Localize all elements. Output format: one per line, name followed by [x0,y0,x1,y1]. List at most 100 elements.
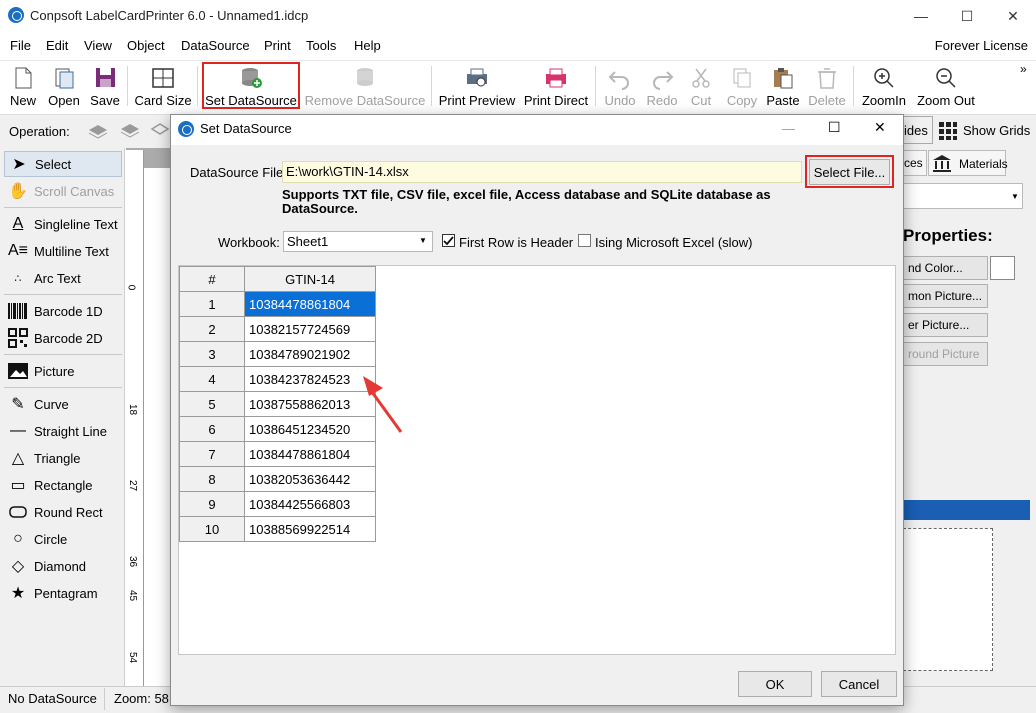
table-row[interactable]: 9 10384425566803 [179,491,376,517]
select-file-button[interactable]: Select File... [809,159,890,185]
table-row[interactable]: 6 10386451234520 [179,416,376,442]
table-row[interactable]: 10 10388569922514 [179,516,376,542]
gtin-cell[interactable]: 10382157724569 [244,316,376,342]
bg-color-button[interactable]: nd Color... [903,256,988,280]
barcode-2d-tool[interactable]: Barcode 2D [4,325,122,351]
gtin-cell[interactable]: 10384425566803 [244,491,376,517]
menu-file[interactable]: File [10,38,31,53]
print-preview-button[interactable]: Print Preview [439,62,515,108]
first-row-header-label: First Row is Header [459,235,574,250]
menu-datasource[interactable]: DataSource [181,38,250,53]
singleline-text-tool[interactable]: A Singleline Text [4,211,122,237]
toolbar-overflow-button[interactable]: » [1020,62,1027,76]
using-excel-checkbox[interactable] [578,234,591,247]
layer-down-icon[interactable] [150,121,170,139]
select-tool[interactable]: ➤ Select [4,151,122,177]
multiline-text-tool[interactable]: A≡ Multiline Text [4,238,122,264]
round-rect-icon [7,502,29,522]
first-row-header-checkbox[interactable] [442,234,455,247]
gtin-cell[interactable]: 10382053636442 [244,466,376,492]
workbook-select[interactable]: Sheet1 [283,231,433,252]
delete-button[interactable]: Delete [807,62,847,108]
straight-line-tool[interactable]: — Straight Line [4,418,122,444]
zoom-out-label: Zoom Out [917,93,975,108]
object-selector[interactable] [903,183,1023,209]
undo-button[interactable]: Undo [603,62,637,108]
layers-icon[interactable] [87,121,109,139]
column-header-index[interactable]: # [179,266,245,292]
minimize-button[interactable]: — [898,0,944,32]
save-button[interactable]: Save [89,62,121,108]
show-grids-toggle[interactable]: Show Grids [963,123,1030,138]
new-button[interactable]: New [8,62,38,108]
rectangle-tool[interactable]: ▭ Rectangle [4,472,122,498]
bg-color-swatch[interactable] [990,256,1015,280]
maximize-button[interactable]: ☐ [944,0,990,32]
barcode-2d-label: Barcode 2D [34,330,103,346]
paste-button[interactable]: Paste [766,62,800,108]
remove-datasource-button[interactable]: Remove DataSource [305,62,425,108]
zoom-in-button[interactable]: ZoomIn [860,62,908,108]
other-picture-button[interactable]: er Picture... [903,313,988,337]
round-rect-tool[interactable]: Round Rect [4,499,122,525]
table-row[interactable]: 7 10384478861804 [179,441,376,467]
card-size-icon [150,66,176,90]
annotation-arrow-icon [363,376,403,433]
layer-up-icon[interactable] [119,121,141,139]
barcode-1d-label: Barcode 1D [34,303,103,319]
multiline-text-label: Multiline Text [34,243,109,259]
dialog-close-button[interactable]: ✕ [874,119,886,136]
barcode-1d-tool[interactable]: Barcode 1D [4,298,122,324]
redo-button[interactable]: Redo [645,62,679,108]
scroll-canvas-tool[interactable]: ✋ Scroll Canvas [4,178,122,204]
table-row[interactable]: 8 10382053636442 [179,466,376,492]
menu-view[interactable]: View [84,38,112,53]
table-row[interactable]: 5 10387558862013 [179,391,376,417]
circle-tool[interactable]: ○ Circle [4,526,122,552]
open-button[interactable]: Open [46,62,82,108]
menu-object[interactable]: Object [127,38,165,53]
ok-button[interactable]: OK [738,671,812,697]
supported-formats-note: Supports TXT file, CSV file, excel file,… [282,187,771,216]
gtin-cell[interactable]: 10384478861804 [244,291,376,317]
table-row[interactable]: 3 10384789021902 [179,341,376,367]
undo-label: Undo [604,93,636,108]
common-picture-button[interactable]: mon Picture... [903,284,988,308]
triangle-tool[interactable]: △ Triangle [4,445,122,471]
diamond-tool[interactable]: ◇ Diamond [4,553,122,579]
menu-help[interactable]: Help [354,38,381,53]
card-size-button[interactable]: Card Size [134,62,192,108]
dialog-maximize-button[interactable]: ☐ [828,119,841,136]
arc-text-tool[interactable]: ∴ Arc Text [4,265,122,291]
dialog-minimize-button[interactable]: — [782,121,795,136]
print-direct-button[interactable]: Print Direct [523,62,589,108]
table-row[interactable]: 4 10384237824523 [179,366,376,392]
curve-tool[interactable]: ✎ Curve [4,391,122,417]
datasource-file-input[interactable]: E:\work\GTIN-14.xlsx [282,161,802,183]
gtin-cell[interactable]: 10384478861804 [244,441,376,467]
gtin-cell[interactable]: 10384789021902 [244,341,376,367]
copy-button[interactable]: Copy [725,62,759,108]
bg-picture-button[interactable]: round Picture [903,342,988,366]
cancel-button[interactable]: Cancel [821,671,897,697]
picture-label: Picture [34,363,75,379]
menu-edit[interactable]: Edit [46,38,68,53]
guides-toggle[interactable]: ides [903,116,933,144]
menu-print[interactable]: Print [264,38,291,53]
pentagram-tool[interactable]: ★ Pentagram [4,580,122,606]
table-row[interactable]: 2 10382157724569 [179,316,376,342]
menu-tools[interactable]: Tools [306,38,336,53]
tab-resources[interactable]: ces [903,150,927,176]
tab-materials-label: Materials [959,157,1008,171]
cut-button[interactable]: Cut [688,62,714,108]
pen-icon: ✎ [11,396,25,413]
gtin-cell[interactable]: 10388569922514 [244,516,376,542]
close-button[interactable]: ✕ [990,0,1036,32]
table-row[interactable]: 1 10384478861804 [179,291,376,317]
picture-tool[interactable]: Picture [4,358,122,384]
zoom-out-button[interactable]: Zoom Out [915,62,977,108]
toolbar-separator [127,66,128,106]
column-header-gtin[interactable]: GTIN-14 [244,266,376,292]
license-label: Forever License [934,38,1028,53]
row-index: 5 [179,391,245,417]
